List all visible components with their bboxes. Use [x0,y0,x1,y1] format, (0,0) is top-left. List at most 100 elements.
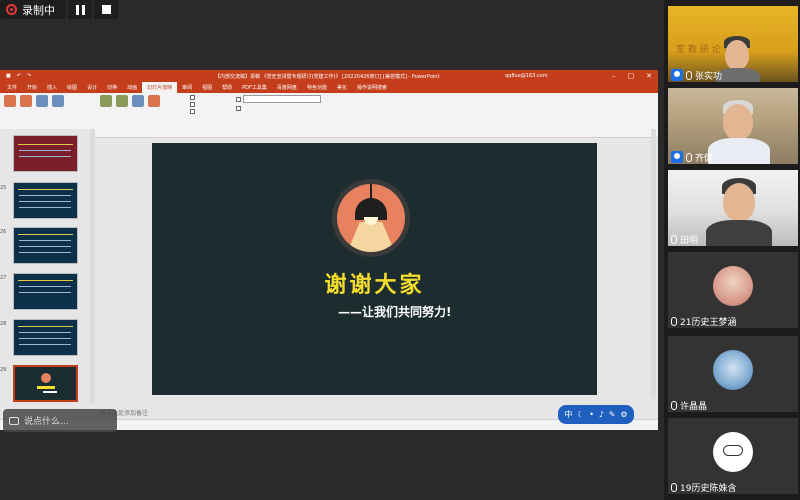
participant-tile[interactable]: 21历史王梦涵 [668,252,798,328]
tab-view[interactable]: 视图 [197,82,217,93]
participant-tile[interactable]: 19历史陈姝含 [668,418,798,494]
tab-insert[interactable]: 插入 [42,82,62,93]
pause-recording-button[interactable] [68,0,92,19]
pause-icon [75,4,85,15]
recording-bar: 录制中 [0,0,118,19]
from-current-button[interactable] [20,95,32,107]
ribbon-tabs: 文件 开始 插入 绘图 设计 切换 动画 幻灯片放映 审阅 视图 帮助 PDF工… [0,82,658,93]
mic-icon[interactable]: ♪ [599,410,604,419]
participant-namebar: 21历史王梦涵 [668,314,736,328]
participant-namebar: 齐健 [668,150,713,164]
ribbon-panel [0,93,658,138]
presenter-view-checkbox[interactable] [236,106,321,111]
close-icon[interactable]: ✕ [646,72,652,80]
redo-icon[interactable]: ↷ [27,73,31,79]
online-present-button[interactable] [36,95,48,107]
host-icon [671,69,683,81]
setup-show-button[interactable] [100,95,112,107]
from-beginning-button[interactable] [4,95,16,107]
tab-baidu-pan[interactable]: 百度网盘 [272,82,302,93]
tab-home[interactable]: 开始 [22,82,42,93]
slide-thumbnails: 25 26 27 28 29 [0,129,90,404]
participant-tile[interactable]: 田明 [668,170,798,246]
hide-icon [116,95,128,107]
participants-panel: 室 教 研 论 坛 张实功 齐健 田明 21历史王梦涵 许晶晶 19历史陈姝含 [664,0,800,500]
ppt-title-bar: ■ ↶ ↷ 【内部交流稿】讲稿 《党史宣讲暨专题研讨(党建工作)》 [20220… [0,70,658,82]
thumb-number: 29 [0,367,7,373]
dot-icon[interactable]: • [589,410,594,419]
monitor-select[interactable] [236,95,321,103]
thumbnail[interactable] [13,319,78,356]
tab-draw[interactable]: 绘图 [62,82,82,93]
mic-icon [671,482,677,492]
chat-input[interactable]: 说点什么... [3,409,117,432]
account-name[interactable]: qq8ue@163.com [505,73,548,79]
annotation-toolbar: 中 ☾ • ♪ ✎ ⚙ [558,405,634,424]
participant-tile[interactable]: 齐健 [668,88,798,164]
play-narrations-checkbox[interactable] [190,95,195,100]
thumb-number: 27 [0,275,7,281]
mic-icon [671,234,677,244]
tab-review[interactable]: 审阅 [177,82,197,93]
record-slide-icon [148,95,160,107]
tab-transitions[interactable]: 切换 [102,82,122,93]
quick-access-toolbar: ■ ↶ ↷ [6,73,31,79]
play-icon [4,95,16,107]
lamp-icon [332,179,410,257]
participant-name: 田明 [680,235,699,246]
tab-help[interactable]: 帮助 [217,82,237,93]
thumbnail[interactable] [13,182,78,219]
tab-search[interactable]: 操作说明搜索 [352,82,392,93]
tab-file[interactable]: 文件 [2,82,22,93]
tab-design[interactable]: 设计 [82,82,102,93]
mic-icon [686,152,692,162]
meeting-screen: 录制中 ■ ↶ ↷ 【内部交流稿】讲稿 《党史宣讲暨专题研讨(党建工作)》 [2… [0,0,800,500]
participant-name: 许晶晶 [680,401,708,412]
hide-slide-button[interactable] [116,95,128,107]
slide-subtitle: ——让我们共同努力! [338,305,452,319]
tab-pdf-tools[interactable]: PDF工具集 [237,82,272,93]
tab-features[interactable]: 特色功能 [302,82,332,93]
settings-icon[interactable]: ⚙ [620,410,627,419]
thumb-number: 25 [0,185,7,191]
editor-scrollbar[interactable] [651,129,656,399]
minimize-icon[interactable]: – [612,72,616,80]
thumbnail-selected[interactable] [13,365,78,402]
chat-placeholder: 说点什么... [24,417,69,427]
show-media-checkbox[interactable] [190,109,195,114]
brush-icon[interactable]: ✎ [609,410,616,419]
thumbnail[interactable] [13,273,78,310]
mic-icon [671,316,677,326]
thumbnail[interactable] [13,227,78,264]
timer-icon [132,95,144,107]
participant-namebar: 张实功 [668,68,722,82]
participant-tile[interactable]: 许晶晶 [668,336,798,412]
undo-icon[interactable]: ↶ [17,73,21,79]
participant-namebar: 许晶晶 [668,398,707,412]
thumbnail-scrollbar[interactable] [90,129,95,404]
stop-recording-button[interactable] [94,0,118,19]
ribbon-group-start [4,95,64,107]
ribbon-checkboxes [190,95,195,114]
language-icon[interactable]: 中 [564,409,572,420]
participant-name: 21历史王梦涵 [680,317,737,328]
tab-animations[interactable]: 动画 [122,82,142,93]
maximize-icon[interactable]: □ [628,72,635,80]
window-controls: – □ ✕ [612,72,652,80]
rehearse-button[interactable] [132,95,144,107]
shared-screen-powerpoint: ■ ↶ ↷ 【内部交流稿】讲稿 《党史宣讲暨专题研讨(党建工作)》 [20220… [0,70,658,430]
mic-icon [671,400,677,410]
participant-tile[interactable]: 室 教 研 论 坛 张实功 [668,6,798,82]
stop-icon [101,5,111,14]
use-timings-checkbox[interactable] [190,102,195,107]
moon-icon[interactable]: ☾ [577,410,584,419]
thumbnail[interactable] [13,135,78,172]
user-icon [671,151,683,163]
tab-slideshow[interactable]: 幻灯片放映 [142,82,178,93]
save-icon[interactable]: ■ [6,73,11,79]
custom-show-button[interactable] [52,95,64,107]
custom-icon [52,95,64,107]
record-button[interactable] [148,95,160,107]
ribbon-group-setup [100,95,160,107]
tab-beautify[interactable]: 美化 [332,82,352,93]
